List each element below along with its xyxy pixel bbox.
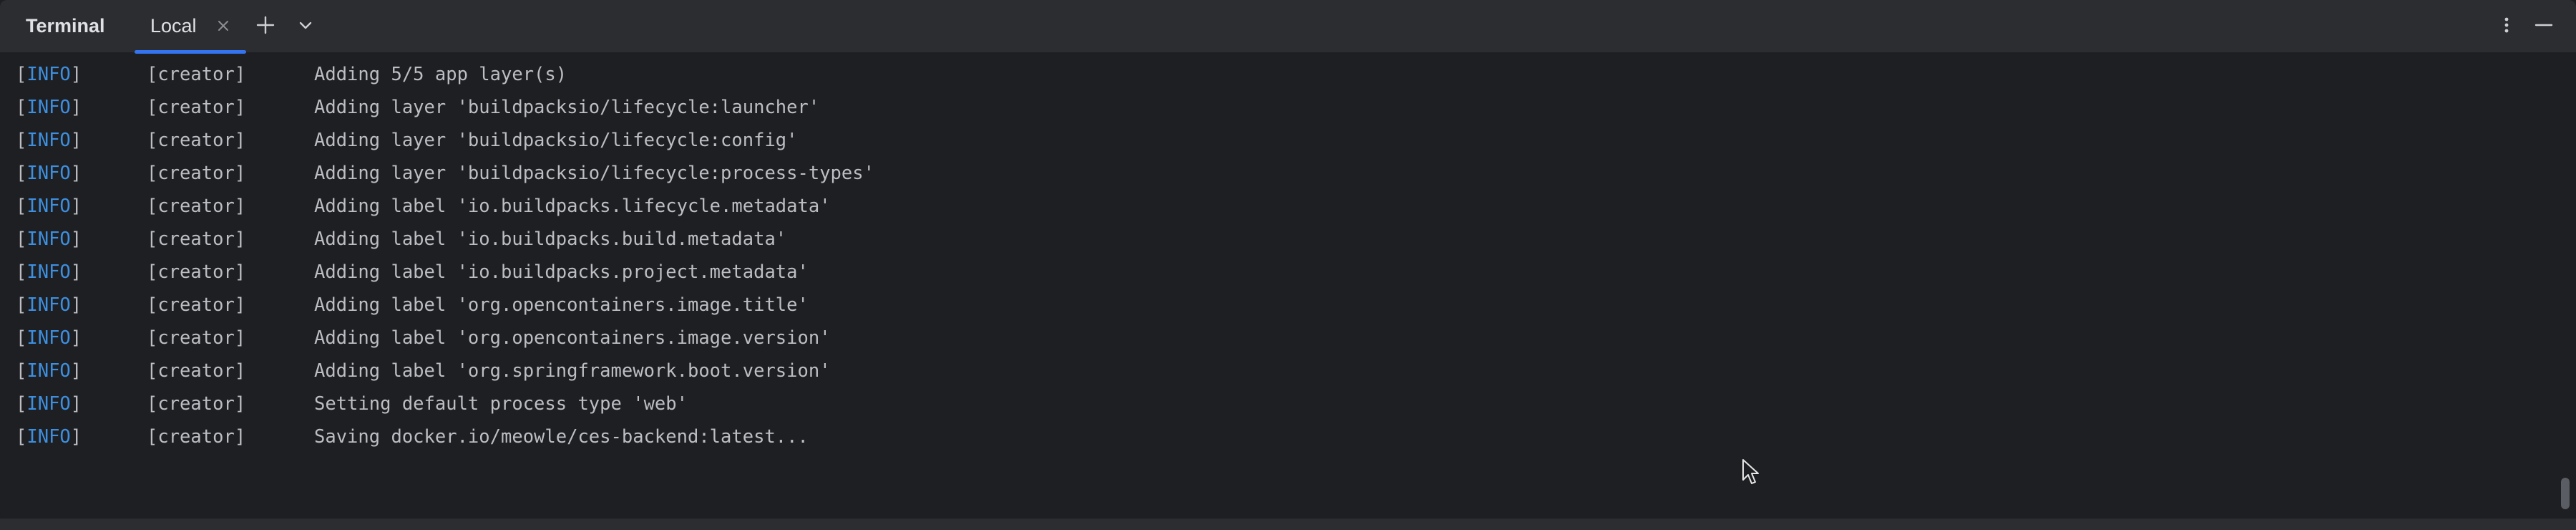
- log-level: INFO: [26, 228, 71, 250]
- log-source: [creator]: [147, 64, 246, 85]
- log-source: [creator]: [147, 130, 246, 151]
- log-level: INFO: [26, 196, 71, 217]
- log-message: Adding 5/5 app layer(s): [314, 64, 567, 85]
- log-line: [INFO] [creator] Adding label 'io.buildpac…: [16, 223, 786, 256]
- log-message: Adding layer 'buildpacksio/lifecycle:con…: [314, 130, 798, 151]
- log-source: [creator]: [147, 97, 246, 118]
- log-level: INFO: [26, 163, 71, 184]
- chevron-down-icon[interactable]: [295, 14, 316, 36]
- vertical-scrollbar-thumb[interactable]: [2561, 478, 2570, 509]
- log-message: Saving docker.io/meowle/ces-backend:late…: [314, 426, 809, 448]
- plus-icon[interactable]: [255, 14, 276, 36]
- log-source: [creator]: [147, 163, 246, 184]
- tool-window-title: Terminal: [26, 15, 105, 37]
- log-level: INFO: [26, 360, 71, 382]
- log-source: [creator]: [147, 360, 246, 382]
- log-level: INFO: [26, 130, 71, 151]
- log-level: INFO: [26, 64, 71, 85]
- log-level: INFO: [26, 426, 71, 448]
- log-level: INFO: [26, 327, 71, 349]
- mouse-pointer-icon: [1742, 458, 1760, 487]
- log-line: [INFO] [creator] Adding label 'io.buildpac…: [16, 256, 809, 289]
- log-line: [INFO] [creator] Saving docker.io/meowle/c…: [16, 420, 809, 453]
- log-level: INFO: [26, 97, 71, 118]
- bottom-edge: [0, 519, 2576, 530]
- terminal-toolbar: Terminal Local: [0, 0, 2576, 54]
- terminal-output[interactable]: [INFO] [creator] Adding 5/5 app layer(s) […: [0, 54, 2576, 519]
- log-line: [INFO] [creator] Adding layer 'buildpacksi…: [16, 124, 798, 157]
- log-line: [INFO] [creator] Adding label 'io.buildpac…: [16, 190, 831, 223]
- log-line: [INFO] [creator] Adding label 'org.opencon…: [16, 289, 809, 322]
- minimize-icon[interactable]: [2533, 14, 2555, 36]
- log-source: [creator]: [147, 261, 246, 283]
- log-line: [INFO] [creator] Adding layer 'buildpacksi…: [16, 91, 819, 124]
- log-source: [creator]: [147, 426, 246, 448]
- log-message: Adding label 'org.opencontainers.image.t…: [314, 294, 809, 316]
- close-icon[interactable]: [216, 19, 230, 33]
- log-message: Adding label 'org.springframework.boot.v…: [314, 360, 831, 382]
- log-level: INFO: [26, 393, 71, 415]
- log-message: Adding layer 'buildpacksio/lifecycle:pro…: [314, 163, 874, 184]
- log-message: Adding label 'io.buildpacks.build.metada…: [314, 228, 787, 250]
- log-source: [creator]: [147, 327, 246, 349]
- terminal-window: Terminal Local [INFO] [creator] Adding 5/5…: [0, 0, 2576, 519]
- log-line: [INFO] [creator] Adding label 'org.opencon…: [16, 322, 831, 355]
- log-message: Adding layer 'buildpacksio/lifecycle:lau…: [314, 97, 820, 118]
- log-source: [creator]: [147, 393, 246, 415]
- log-message: Adding label 'io.buildpacks.lifecycle.me…: [314, 196, 831, 217]
- log-line: [INFO] [creator] Setting default process t…: [16, 387, 688, 420]
- log-source: [creator]: [147, 294, 246, 316]
- log-level: INFO: [26, 294, 71, 316]
- log-line: [INFO] [creator] Adding 5/5 app layer(s): [16, 58, 567, 91]
- log-message: Setting default process type 'web': [314, 393, 688, 415]
- log-message: Adding label 'io.buildpacks.project.meta…: [314, 261, 809, 283]
- log-source: [creator]: [147, 228, 246, 250]
- more-vertical-icon[interactable]: [2496, 14, 2517, 36]
- log-line: [INFO] [creator] Adding label 'org.springf…: [16, 355, 831, 387]
- log-message: Adding label 'org.opencontainers.image.v…: [314, 327, 831, 349]
- log-line: [INFO] [creator] Adding layer 'buildpacksi…: [16, 157, 874, 190]
- tab-label: Local: [150, 15, 197, 37]
- log-level: INFO: [26, 261, 71, 283]
- log-source: [creator]: [147, 196, 246, 217]
